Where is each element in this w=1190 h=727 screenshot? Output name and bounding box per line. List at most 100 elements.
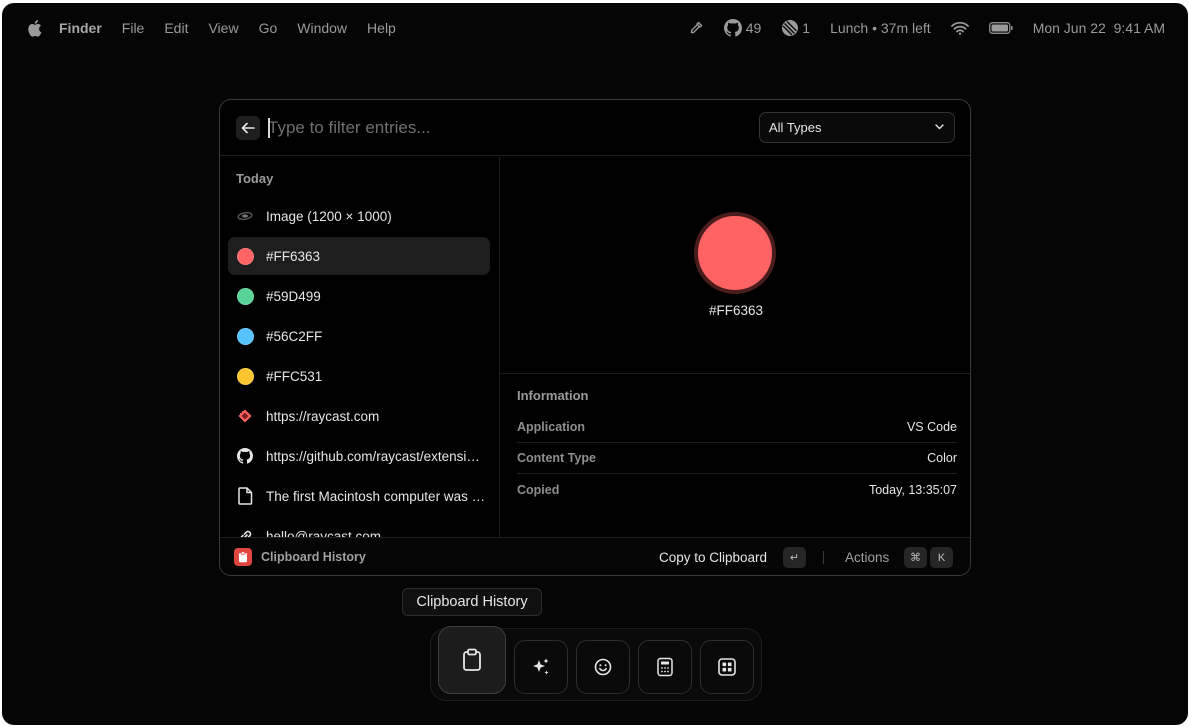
info-value: VS Code bbox=[906, 420, 957, 434]
dock bbox=[430, 626, 762, 701]
back-button[interactable] bbox=[236, 116, 260, 140]
actions-button[interactable]: Actions bbox=[845, 550, 889, 565]
linear-status[interactable]: 1 bbox=[781, 19, 810, 37]
menu-bar-left: Finder File Edit View Go Window Help bbox=[26, 19, 416, 37]
info-row-content-type: Content Type Color bbox=[517, 443, 957, 474]
menu-bar-status: 49 1 Lunch • 37m left Mon Jun 22 9:41 AM bbox=[668, 3, 1165, 53]
battery-status[interactable] bbox=[988, 22, 1013, 34]
dock-emoji[interactable] bbox=[576, 640, 630, 694]
detail-panel: #FF6363 Information Application VS Code … bbox=[501, 157, 970, 537]
dock-extensions[interactable] bbox=[700, 640, 754, 694]
info-value: Today, 13:35:07 bbox=[868, 482, 957, 497]
list-item-label: #FFC531 bbox=[266, 368, 323, 384]
info-row-copied: Copied Today, 13:35:07 bbox=[517, 474, 957, 505]
color-dot bbox=[236, 247, 254, 265]
copy-to-clipboard-button[interactable]: Copy to Clipboard bbox=[659, 550, 767, 565]
calculator-icon bbox=[657, 657, 673, 677]
wifi-status[interactable] bbox=[950, 21, 969, 35]
list-item[interactable]: The first Macintosh computer was introdu… bbox=[228, 477, 490, 515]
dock-clipboard-history[interactable] bbox=[438, 626, 506, 694]
search-input[interactable] bbox=[268, 114, 728, 142]
desktop: Finder File Edit View Go Window Help 49 bbox=[2, 3, 1188, 725]
link-icon bbox=[236, 527, 254, 537]
dock-tooltip: Clipboard History bbox=[402, 588, 542, 616]
color-swatch bbox=[694, 212, 776, 294]
github-status[interactable]: 49 bbox=[723, 19, 762, 37]
eyedropper-icon bbox=[690, 21, 702, 34]
image-thumb-icon bbox=[236, 207, 254, 225]
info-key: Copied bbox=[517, 482, 560, 497]
text-caret bbox=[268, 118, 270, 138]
list-item-label: The first Macintosh computer was introdu… bbox=[266, 488, 486, 504]
extension-name: Clipboard History bbox=[261, 550, 366, 564]
return-key-hint: ↵ bbox=[783, 547, 806, 568]
type-filter-value: All Types bbox=[769, 120, 822, 135]
divider bbox=[823, 551, 824, 564]
sparkles-icon bbox=[533, 658, 549, 675]
information-section: Information Application VS Code Content … bbox=[517, 388, 957, 505]
list-item[interactable]: Image (1200 × 1000) bbox=[228, 197, 490, 235]
color-swatch-label: #FF6363 bbox=[708, 303, 764, 318]
list-item[interactable]: hello@raycast.com bbox=[228, 517, 490, 537]
grid-icon bbox=[718, 658, 736, 676]
section-title: Today bbox=[236, 171, 274, 186]
list-item[interactable]: https://raycast.com bbox=[228, 397, 490, 435]
menu-file[interactable]: File bbox=[122, 20, 145, 36]
color-dot bbox=[236, 367, 254, 385]
list-item-label: #59D499 bbox=[266, 288, 321, 304]
info-row-application: Application VS Code bbox=[517, 412, 957, 443]
info-key: Content Type bbox=[517, 451, 596, 465]
list-item[interactable]: #FFC531 bbox=[228, 357, 490, 395]
raycast-icon bbox=[236, 407, 254, 425]
clipboard-list: Today Image (1200 × 1000) #FF6363 #59D49… bbox=[220, 157, 500, 537]
list-item-label: hello@raycast.com bbox=[266, 528, 381, 538]
list-item-label: #56C2FF bbox=[266, 328, 323, 344]
k-key-hint: K bbox=[930, 547, 953, 568]
menu-window[interactable]: Window bbox=[297, 20, 347, 36]
color-picker-status[interactable] bbox=[688, 20, 704, 36]
clipboard-app-icon bbox=[234, 548, 252, 566]
list-item-label: https://raycast.com bbox=[266, 408, 380, 424]
github-icon bbox=[723, 19, 742, 37]
menu-view[interactable]: View bbox=[208, 20, 238, 36]
action-bar: Clipboard History Copy to Clipboard ↵ Ac… bbox=[220, 537, 970, 575]
type-filter-dropdown[interactable]: All Types bbox=[759, 112, 955, 143]
list-item-label: #FF6363 bbox=[266, 248, 321, 264]
linear-count: 1 bbox=[802, 20, 811, 36]
apple-icon[interactable] bbox=[26, 19, 42, 37]
menu-app-name[interactable]: Finder bbox=[59, 20, 102, 36]
clipboard-icon bbox=[463, 648, 481, 671]
menu-go[interactable]: Go bbox=[259, 20, 278, 36]
list-item-selected[interactable]: #FF6363 bbox=[228, 237, 490, 275]
list-item[interactable]: #59D499 bbox=[228, 277, 490, 315]
menu-help[interactable]: Help bbox=[367, 20, 396, 36]
information-title: Information bbox=[517, 388, 589, 403]
command-key-hint: ⌘ bbox=[904, 547, 927, 568]
color-dot bbox=[236, 327, 254, 345]
dock-ai[interactable] bbox=[514, 640, 568, 694]
dock-calculator[interactable] bbox=[638, 640, 692, 694]
emoji-icon bbox=[594, 658, 612, 676]
color-preview: #FF6363 bbox=[501, 157, 970, 374]
clock[interactable]: Mon Jun 22 9:41 AM bbox=[1033, 20, 1165, 36]
raycast-window: All Types Today Image (1200 × 1000) bbox=[219, 99, 971, 576]
search-bar: All Types bbox=[220, 100, 970, 156]
info-value: Color bbox=[927, 451, 957, 465]
wifi-icon bbox=[950, 21, 969, 35]
github-count: 49 bbox=[745, 20, 762, 36]
calendar-status[interactable]: Lunch • 37m left bbox=[830, 20, 931, 36]
info-key: Application bbox=[517, 420, 586, 434]
battery-icon bbox=[988, 22, 1013, 34]
linear-icon bbox=[782, 20, 799, 36]
chevron-down-icon bbox=[935, 124, 944, 130]
menu-bar: Finder File Edit View Go Window Help 49 bbox=[2, 3, 1188, 53]
menu-edit[interactable]: Edit bbox=[164, 20, 188, 36]
list-item-label: https://github.com/raycast/extensions bbox=[266, 448, 486, 464]
list-item[interactable]: #56C2FF bbox=[228, 317, 490, 355]
document-icon bbox=[236, 487, 254, 505]
list-item[interactable]: https://github.com/raycast/extensions bbox=[228, 437, 490, 475]
color-dot bbox=[236, 287, 254, 305]
arrow-left-icon bbox=[241, 122, 255, 134]
list-item-label: Image (1200 × 1000) bbox=[266, 208, 392, 224]
github-icon bbox=[236, 447, 254, 465]
